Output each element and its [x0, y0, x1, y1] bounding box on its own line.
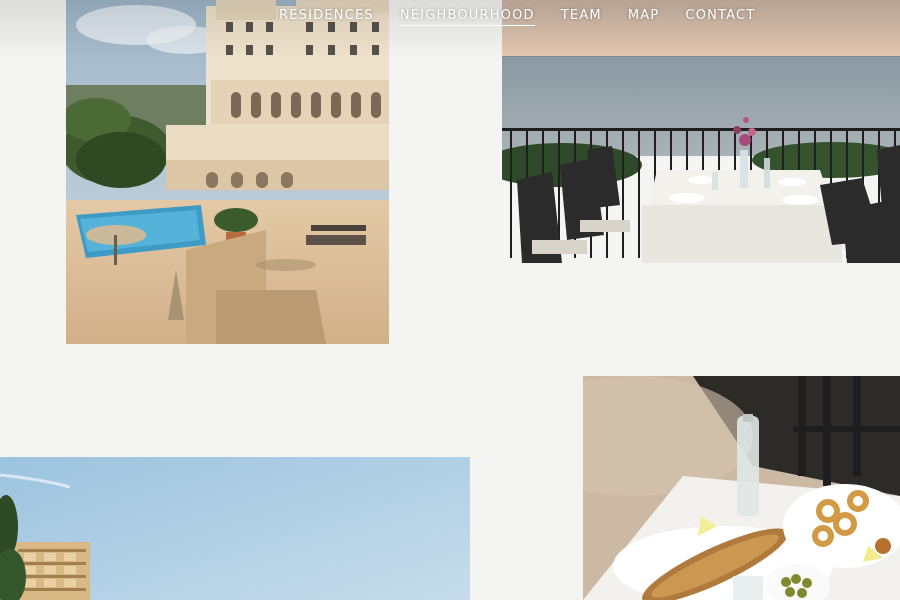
neighbourhood-page: RESIDENCES NEIGHBOURHOOD TEAM MAP CONTAC…	[0, 0, 900, 600]
hotel-terrace-photo	[66, 0, 389, 344]
nav-map-link[interactable]: MAP	[628, 8, 660, 25]
coastal-buildings-photo	[0, 457, 470, 600]
nav-menu: RESIDENCES NEIGHBOURHOOD TEAM MAP CONTAC…	[279, 6, 755, 26]
nav-residences-link[interactable]: RESIDENCES	[279, 8, 374, 25]
seafood-plate-photo	[583, 376, 900, 600]
sea-view-dining-photo	[502, 0, 900, 263]
nav-neighbourhood-link[interactable]: NEIGHBOURHOOD	[399, 8, 535, 26]
nav-contact-link[interactable]: CONTACT	[685, 8, 755, 25]
nav-team-link[interactable]: TEAM	[561, 8, 602, 25]
